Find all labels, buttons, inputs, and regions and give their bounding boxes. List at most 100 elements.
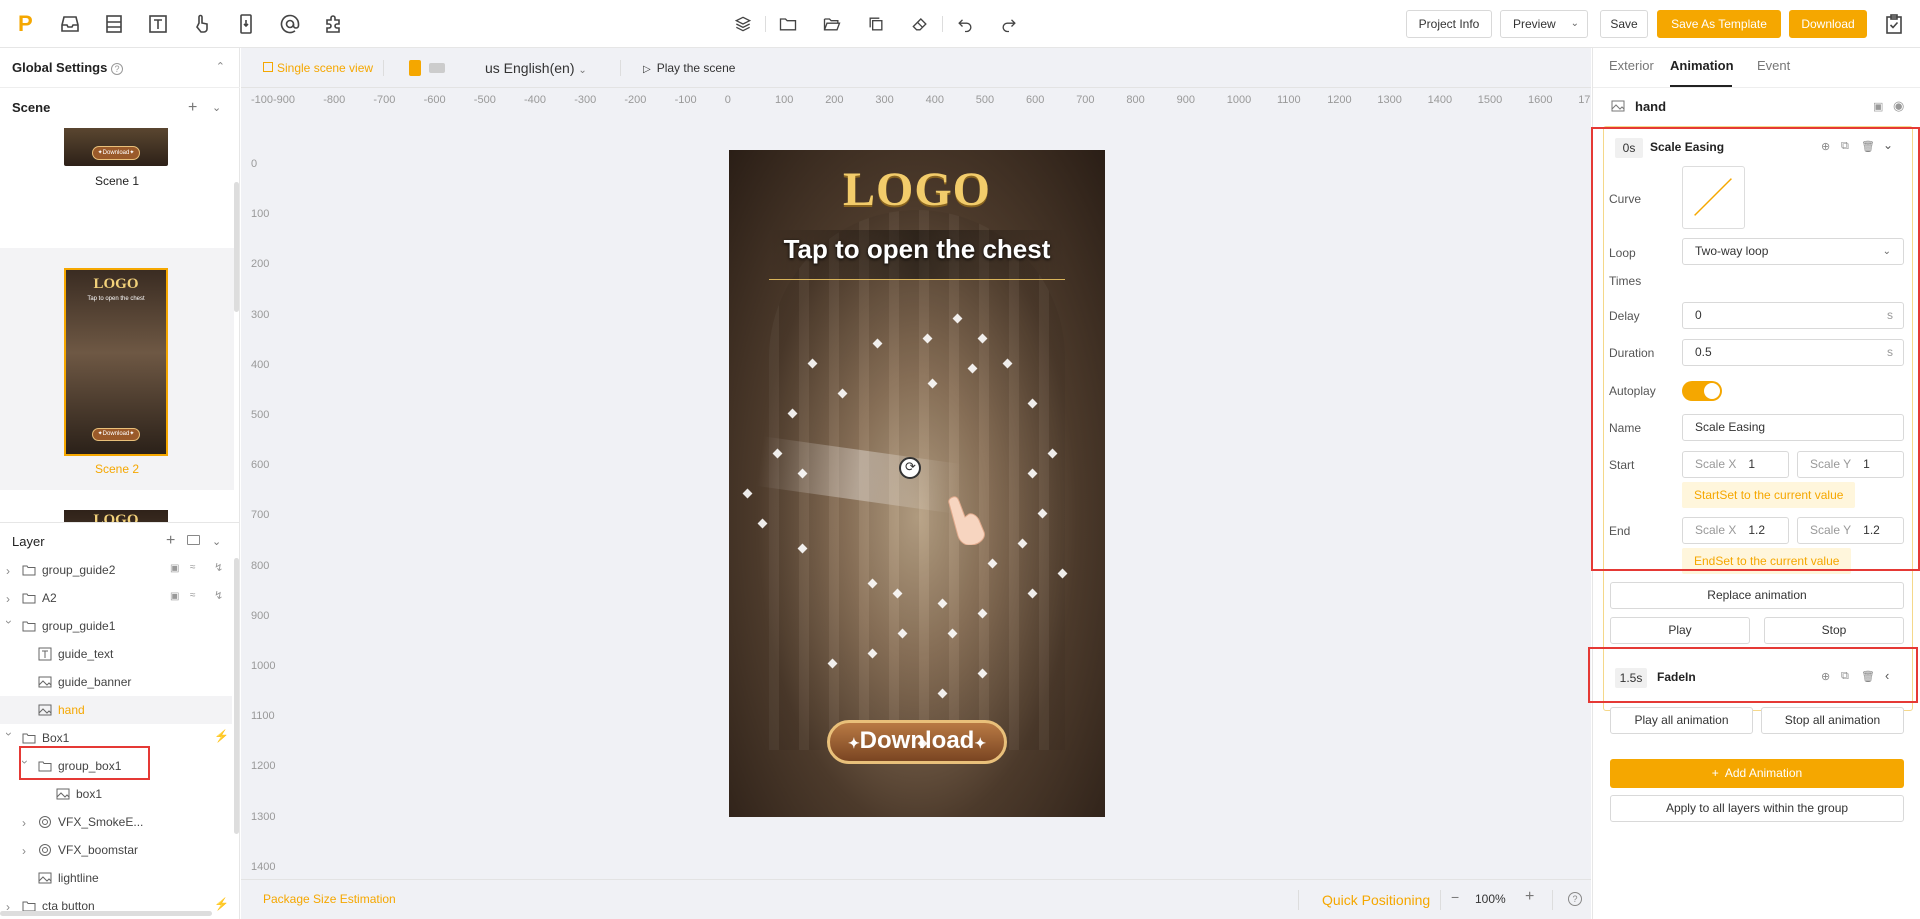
layer-label: VFX_SmokeE... <box>58 815 144 829</box>
apply-all-layers-button[interactable]: Apply to all layers within the group <box>1610 795 1904 822</box>
layer-row[interactable]: › VFX_boomstar <box>0 836 232 864</box>
help-icon[interactable]: ? <box>110 63 123 75</box>
play-all-animation-button[interactable]: Play all animation <box>1610 707 1753 734</box>
replace-animation-button[interactable]: Replace animation <box>1610 582 1904 609</box>
zoom-out-icon[interactable]: − <box>1451 889 1459 905</box>
add-animation-button[interactable]: + Add Animation <box>1610 759 1904 788</box>
inbox-icon[interactable] <box>58 12 82 36</box>
guide-text[interactable]: Tap to open the chest <box>729 234 1105 265</box>
eye-off-icon[interactable]: ≈ <box>190 562 196 573</box>
scene-item[interactable]: LOGO Tap to open the chest <box>0 490 234 522</box>
layer-row[interactable]: lightline <box>0 864 232 892</box>
lightning-icon[interactable]: ⚡ <box>214 897 229 911</box>
eraser-icon[interactable] <box>910 14 930 34</box>
chevron-down-icon[interactable]: ⌄ <box>212 535 221 548</box>
phone-icon[interactable] <box>234 12 258 36</box>
layer-label: A2 <box>42 591 57 605</box>
tab-event[interactable]: Event <box>1757 58 1790 73</box>
cta-button[interactable]: ✦Download✦ <box>827 720 1007 764</box>
rotate-handle[interactable]: ⟳ <box>899 457 921 479</box>
language-dropdown[interactable]: us English(en) ⌄ <box>485 60 587 76</box>
stop-all-animation-button[interactable]: Stop all animation <box>1761 707 1904 734</box>
chevron-right-icon[interactable]: › <box>22 816 32 830</box>
lock-icon[interactable]: ▣ <box>170 563 179 574</box>
at-icon[interactable] <box>278 12 302 36</box>
global-settings-title[interactable]: Global Settings ? <box>12 60 123 75</box>
chevron-right-icon[interactable]: › <box>6 900 16 911</box>
text-icon[interactable] <box>146 12 170 36</box>
layer-row[interactable]: › A2 ▣ ≈ ↯ <box>0 584 232 612</box>
lock-icon[interactable]: ▣ <box>1873 100 1883 113</box>
clipboard-check-icon[interactable] <box>1882 12 1906 36</box>
save-as-template-button[interactable]: Save As Template <box>1657 10 1781 38</box>
layer-row[interactable]: › group_guide1 <box>0 612 232 640</box>
ruler-tick-y: 300 <box>251 308 270 321</box>
plus-icon: + <box>1711 766 1719 780</box>
package-size-link[interactable]: Package Size Estimation <box>263 892 396 906</box>
layer-row[interactable]: guide_text <box>0 640 232 668</box>
eye-off-icon[interactable]: ≈ <box>190 590 196 601</box>
single-scene-view-toggle[interactable]: Single scene view <box>263 61 373 75</box>
layer-header: Layer <box>12 534 45 549</box>
folder-open-icon[interactable] <box>822 14 842 34</box>
artboard[interactable]: LOGO Tap to open the chest ⟳ ✦Download✦ <box>729 150 1105 817</box>
chevron-down-icon[interactable]: › <box>2 732 16 742</box>
chevron-right-icon[interactable]: › <box>22 844 32 858</box>
layers-icon[interactable] <box>733 14 753 34</box>
scene-scrollbar[interactable] <box>234 182 239 312</box>
ruler-tick-y: 1300 <box>251 810 276 823</box>
chevron-right-icon[interactable]: › <box>6 564 16 578</box>
folder-icon[interactable] <box>778 14 798 34</box>
layer-h-scrollbar[interactable] <box>0 911 212 916</box>
layer-row[interactable]: › group_guide2 ▣ ≈ ↯ <box>0 556 232 584</box>
chevron-right-icon[interactable]: › <box>6 592 16 606</box>
tab-exterior[interactable]: Exterior <box>1609 58 1654 73</box>
thumb-logo: LOGO <box>93 512 139 522</box>
hand[interactable] <box>947 495 987 546</box>
logo-text[interactable]: LOGO <box>729 162 1105 217</box>
layer-row[interactable]: › cta button ⚡ <box>0 892 232 911</box>
copy-icon[interactable] <box>866 14 886 34</box>
project-info-button[interactable]: Project Info <box>1406 10 1492 38</box>
play-button[interactable]: Play <box>1610 617 1750 644</box>
ruler-tick-x: 0 <box>724 94 731 106</box>
app-logo[interactable]: P <box>18 13 36 35</box>
layer-row-selected[interactable]: hand <box>0 696 232 724</box>
preview-dropdown[interactable]: Preview ⌄ <box>1500 10 1588 38</box>
landscape-toggle[interactable] <box>429 63 445 73</box>
help-icon[interactable]: ? <box>1568 892 1582 906</box>
pointer-icon[interactable] <box>190 12 214 36</box>
add-layer-icon[interactable]: + <box>166 532 175 550</box>
folder-icon[interactable] <box>187 535 200 545</box>
stop-button[interactable]: Stop <box>1764 617 1904 644</box>
chevron-down-icon[interactable]: ⌄ <box>212 101 221 114</box>
layout-icon[interactable] <box>102 12 126 36</box>
lock-icon[interactable]: ▣ <box>170 591 179 602</box>
add-scene-icon[interactable]: + <box>188 99 197 117</box>
play-scene-button[interactable]: ▷ Play the scene <box>643 61 735 75</box>
download-button[interactable]: Download <box>1789 10 1867 38</box>
quick-positioning-button[interactable]: Quick Positioning <box>1322 892 1430 908</box>
collapse-icon[interactable]: ⌃ <box>216 60 225 73</box>
layer-row[interactable]: › VFX_SmokeE... <box>0 808 232 836</box>
layer-scrollbar[interactable] <box>234 558 239 834</box>
lightning-icon[interactable]: ⚡ <box>214 729 229 743</box>
scene-item[interactable]: ✦Download✦ Scene 1 <box>0 128 234 248</box>
eye-icon[interactable]: ◉ <box>1893 98 1904 114</box>
undo-icon[interactable] <box>955 14 975 34</box>
chevron-down-icon[interactable]: › <box>2 620 16 630</box>
layer-row[interactable]: box1 <box>0 780 232 808</box>
plugin-icon[interactable] <box>322 12 346 36</box>
lightning-icon[interactable]: ↯ <box>214 589 223 602</box>
save-button[interactable]: Save <box>1600 10 1648 38</box>
ruler-tick-y: 200 <box>251 258 270 271</box>
redo-icon[interactable] <box>999 14 1019 34</box>
scene-item-selected[interactable]: LOGO Tap to open the chest ✦Download✦ Sc… <box>0 248 234 490</box>
portrait-toggle[interactable] <box>409 60 421 76</box>
lightning-icon[interactable]: ↯ <box>214 561 223 574</box>
ruler-tick-x: -200 <box>624 94 647 106</box>
ruler-tick-x: 1600 <box>1528 94 1553 106</box>
zoom-in-icon[interactable]: + <box>1525 888 1534 906</box>
tab-animation[interactable]: Animation <box>1670 58 1734 73</box>
layer-row[interactable]: guide_banner <box>0 668 232 696</box>
